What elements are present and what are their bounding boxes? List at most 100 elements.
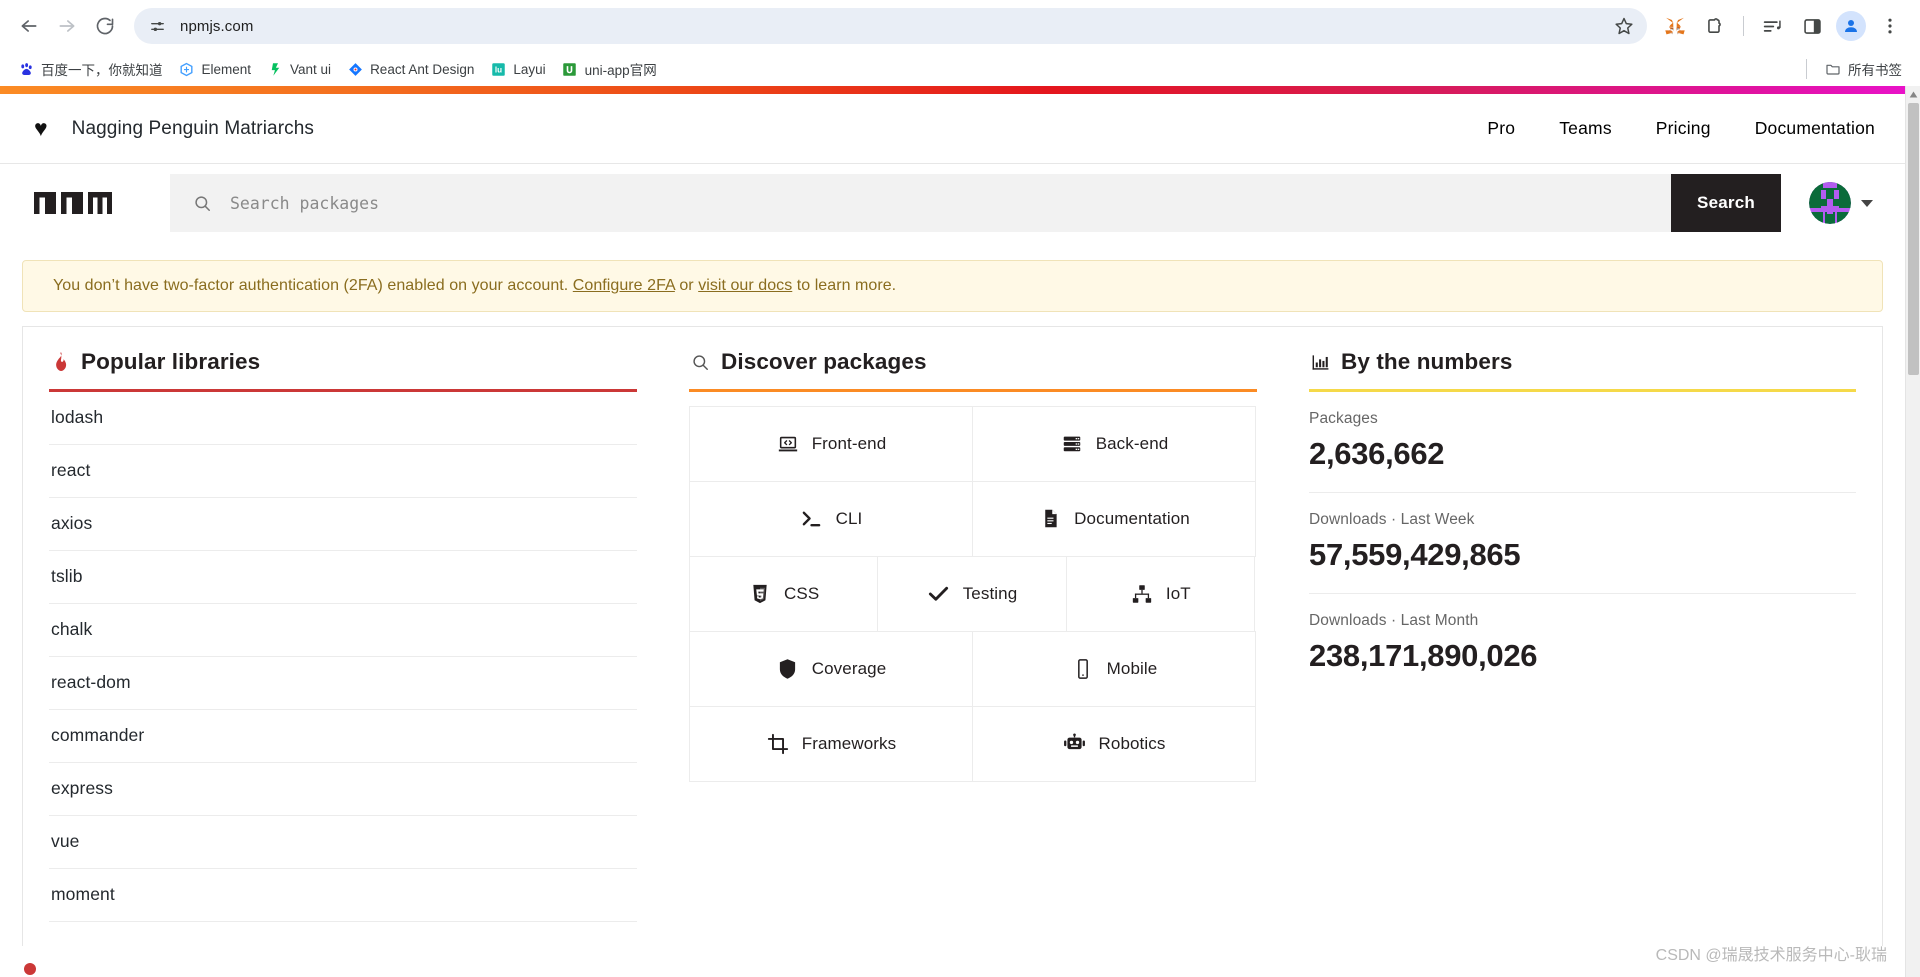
- discover-tile-documentation[interactable]: Documentation: [972, 480, 1256, 557]
- by-the-numbers-header: By the numbers: [1309, 349, 1856, 389]
- twofa-text-after: to learn more.: [792, 277, 897, 294]
- bookmark-layui[interactable]: lu Layui: [482, 56, 553, 82]
- media-note-icon: [1763, 20, 1781, 32]
- bookmark-label: 百度一下，你就知道: [41, 63, 163, 78]
- search-button[interactable]: Search: [1671, 174, 1781, 232]
- twofa-text-mid: or: [674, 277, 699, 294]
- popular-library-link[interactable]: react-dom: [49, 657, 637, 709]
- popular-library-link[interactable]: moment: [49, 869, 637, 921]
- side-panel-button[interactable]: [1795, 9, 1829, 43]
- stat-downloads-last-month: Downloads · Last Month 238,171,890,026: [1309, 594, 1856, 694]
- checkmark-icon: [927, 582, 951, 606]
- popular-library-link[interactable]: commander: [49, 710, 637, 762]
- popular-library-link[interactable]: lodash: [49, 392, 637, 444]
- site-settings-icon[interactable]: [146, 15, 168, 37]
- bookmark-react-ant-design[interactable]: React Ant Design: [339, 56, 482, 82]
- discover-tile-back-end[interactable]: Back-end: [972, 405, 1256, 482]
- nav-link-pro[interactable]: Pro: [1465, 118, 1537, 139]
- popular-library-link[interactable]: chalk: [49, 604, 637, 656]
- reload-button[interactable]: [86, 7, 124, 45]
- nav-link-documentation[interactable]: Documentation: [1733, 118, 1875, 139]
- bookmark-element[interactable]: Element: [171, 56, 260, 82]
- crop-icon: [766, 732, 790, 756]
- list-item[interactable]: commander: [49, 710, 637, 763]
- bookmark-label: Layui: [513, 61, 546, 77]
- profile-button[interactable]: [1836, 11, 1866, 41]
- discover-tile-robotics[interactable]: Robotics: [972, 705, 1256, 782]
- uniapp-icon: [562, 61, 578, 77]
- back-button[interactable]: [10, 7, 48, 45]
- forward-button[interactable]: [48, 7, 86, 45]
- list-item[interactable]: tslib: [49, 551, 637, 604]
- search-field[interactable]: [170, 174, 1671, 232]
- list-item[interactable]: react: [49, 445, 637, 498]
- bookmark-vant-ui[interactable]: Vant ui: [259, 56, 339, 82]
- list-item[interactable]: vue: [49, 816, 637, 869]
- bookmark-label: uni-app官网: [584, 63, 657, 78]
- chevron-down-icon[interactable]: [1861, 199, 1873, 207]
- media-controls-button[interactable]: [1755, 9, 1789, 43]
- bookmarks-bar: 百度一下，你就知道 Element Vant ui React Ant Desi…: [0, 52, 1920, 86]
- org-name: Nagging Penguin Matriarchs: [71, 117, 315, 139]
- discover-tile-css[interactable]: CSS: [689, 555, 879, 632]
- side-panel-icon: [1803, 18, 1821, 34]
- npm-logo-svg: [34, 192, 112, 214]
- list-item[interactable]: lodash: [49, 392, 637, 445]
- bookmark-star-icon[interactable]: [1609, 11, 1639, 41]
- scrollbar-thumb[interactable]: [1908, 103, 1919, 375]
- search-icon: [689, 351, 711, 373]
- twofa-banner: You don’t have two-factor authentication…: [22, 260, 1883, 312]
- list-item[interactable]: moment: [49, 869, 637, 922]
- bookmark-uniapp[interactable]: uni-app官网: [554, 56, 665, 82]
- avatar[interactable]: [1809, 182, 1851, 224]
- list-item[interactable]: axios: [49, 498, 637, 551]
- user-menu[interactable]: [1809, 182, 1873, 224]
- address-bar[interactable]: npmjs.com: [134, 8, 1647, 44]
- baidu-paw-icon: [18, 61, 34, 77]
- npm-homepage: ♥ Nagging Penguin Matriarchs Pro Teams P…: [0, 86, 1905, 977]
- reload-icon: [96, 17, 114, 35]
- discover-tile-iot[interactable]: IoT: [1065, 555, 1255, 632]
- discover-grid: Front-end Back-end CLI Documentation CSS…: [689, 405, 1257, 782]
- nav-link-pricing[interactable]: Pricing: [1634, 118, 1733, 139]
- bar-chart-icon: [1309, 351, 1331, 373]
- configure-2fa-link[interactable]: Configure 2FA: [573, 277, 675, 294]
- discover-tile-label: CLI: [835, 508, 863, 528]
- discover-tile-mobile[interactable]: Mobile: [972, 630, 1256, 707]
- discover-tile-front-end[interactable]: Front-end: [689, 405, 973, 482]
- list-item[interactable]: react-dom: [49, 657, 637, 710]
- discover-tile-label: Front-end: [811, 433, 887, 453]
- popular-library-link[interactable]: tslib: [49, 551, 637, 603]
- browser-chrome: npmjs.com 百度一下，你就知道 Element Vant ui Reac…: [0, 0, 1920, 86]
- list-item[interactable]: chalk: [49, 604, 637, 657]
- popular-libraries-list: lodash react axios tslib chalk react-dom…: [49, 392, 637, 922]
- nav-link-teams[interactable]: Teams: [1537, 118, 1634, 139]
- npm-logo-icon[interactable]: [34, 188, 112, 218]
- popular-library-link[interactable]: react: [49, 445, 637, 497]
- css3-icon: [748, 582, 772, 606]
- discover-tile-frameworks[interactable]: Frameworks: [689, 705, 973, 782]
- discover-tile-cli[interactable]: CLI: [689, 480, 973, 557]
- search-row: Search: [0, 164, 1905, 242]
- browser-menu-button[interactable]: [1873, 9, 1907, 43]
- extensions-button[interactable]: [1698, 9, 1732, 43]
- svg-text:lu: lu: [495, 65, 502, 74]
- bookmark-baidu[interactable]: 百度一下，你就知道: [10, 56, 171, 82]
- terminal-icon: [800, 507, 824, 531]
- page-scrollbar[interactable]: [1905, 86, 1920, 977]
- search-wrapper: Search: [170, 174, 1781, 232]
- all-bookmarks-button[interactable]: 所有书签: [1817, 56, 1910, 82]
- popular-library-link[interactable]: axios: [49, 498, 637, 550]
- scrollbar-up-arrow[interactable]: [1906, 86, 1920, 102]
- discover-tile-coverage[interactable]: Coverage: [689, 630, 973, 707]
- popular-library-link[interactable]: vue: [49, 816, 637, 868]
- discover-tile-testing[interactable]: Testing: [877, 555, 1067, 632]
- popular-library-link[interactable]: express: [49, 763, 637, 815]
- list-item[interactable]: express: [49, 763, 637, 816]
- layui-icon: lu: [490, 61, 506, 77]
- flame-icon: [49, 351, 71, 373]
- bookmarks-bar-right: 所有书签: [1802, 56, 1910, 82]
- search-input[interactable]: [230, 193, 1671, 213]
- metamask-extension-button[interactable]: [1658, 9, 1692, 43]
- visit-our-docs-link[interactable]: visit our docs: [698, 277, 792, 294]
